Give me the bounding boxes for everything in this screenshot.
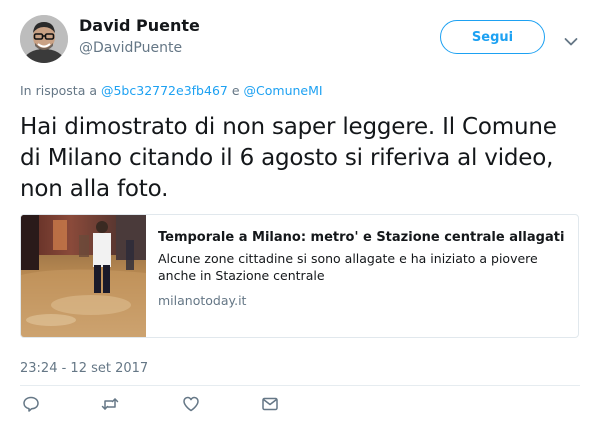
chevron-down-icon[interactable] [564, 32, 578, 46]
author-display-name[interactable]: David Puente [79, 16, 200, 35]
card-description: Alcune zone cittadine si sono allagate e… [158, 251, 538, 283]
card-body: Temporale a Milano: metro' e Stazione ce… [158, 229, 568, 308]
direct-message-icon[interactable] [261, 395, 279, 413]
reply-icon[interactable] [22, 395, 40, 413]
card-thumbnail [21, 215, 146, 337]
retweet-icon[interactable] [101, 395, 119, 413]
avatar-image [20, 15, 68, 63]
card-title: Temporale a Milano: metro' e Stazione ce… [158, 230, 565, 245]
reply-conjunction: e [231, 83, 240, 98]
divider [20, 385, 580, 386]
reply-prefix: In risposta a [20, 83, 97, 98]
author-handle[interactable]: @DavidPuente [79, 40, 182, 56]
tweet: David Puente @DavidPuente Segui In rispo… [0, 0, 605, 427]
reply-user-link[interactable]: @ComuneMI [244, 83, 323, 98]
like-icon[interactable] [182, 395, 200, 413]
card-domain: milanotoday.it [158, 293, 247, 308]
tweet-text: Hai dimostrato di non saper leggere. Il … [20, 114, 557, 202]
reply-context: In risposta a @5bc32772e3fb467 e @Comune… [20, 83, 323, 98]
tweet-timestamp[interactable]: 23:24 - 12 set 2017 [20, 361, 148, 376]
avatar[interactable] [20, 15, 68, 63]
follow-button[interactable]: Segui [440, 20, 545, 54]
link-card[interactable]: Temporale a Milano: metro' e Stazione ce… [20, 214, 579, 338]
reply-user-link[interactable]: @5bc32772e3fb467 [101, 83, 228, 98]
